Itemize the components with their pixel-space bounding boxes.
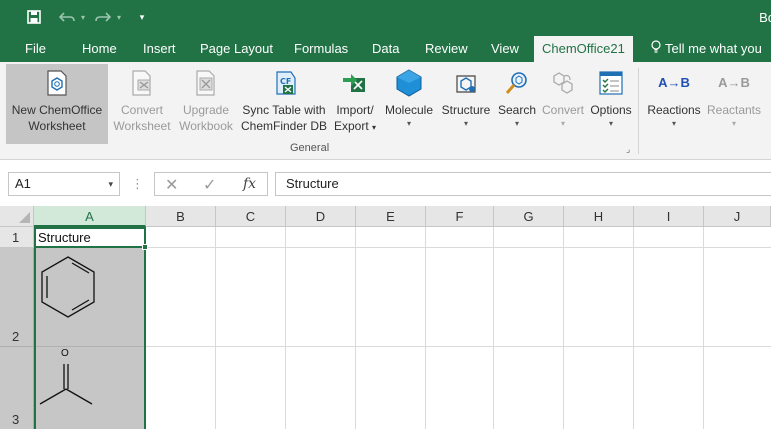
reactions-button[interactable]: A→B Reactions ▾ (644, 64, 704, 144)
tab-page-layout[interactable]: Page Layout (200, 36, 273, 62)
tab-chemoffice21[interactable]: ChemOffice21 (534, 36, 633, 62)
reactions-icon: A→B (658, 75, 690, 90)
tab-data[interactable]: Data (372, 36, 399, 62)
cancel-icon[interactable]: ✕ (165, 175, 178, 195)
tab-home[interactable]: Home (82, 36, 117, 62)
column-header-e[interactable]: E (356, 206, 426, 227)
spreadsheet-grid[interactable]: A B C D E F G H I J 1 2 3 Structure O (0, 206, 771, 429)
grid-line (146, 247, 771, 248)
new-worksheet-button[interactable]: New ChemOffice Worksheet (6, 64, 108, 144)
insert-function-icon[interactable]: fx (243, 176, 256, 192)
upgrade-workbook-button[interactable]: Upgrade Workbook (174, 64, 238, 144)
redo-icon[interactable] (94, 8, 112, 26)
grid-line (285, 227, 286, 429)
sync-table-button[interactable]: CF Sync Table with ChemFinder DB (238, 64, 330, 144)
column-header-h[interactable]: H (564, 206, 634, 227)
undo-icon[interactable] (58, 8, 76, 26)
enter-icon[interactable]: ✓ (203, 175, 216, 195)
undo-dropdown-icon[interactable]: ▾ (78, 8, 88, 26)
formula-input[interactable]: Structure (275, 172, 771, 196)
redo-dropdown-icon[interactable]: ▾ (114, 8, 124, 26)
ribbon-gap (0, 160, 771, 170)
convert-worksheet-icon (127, 68, 157, 98)
lightbulb-icon (651, 37, 661, 63)
grid-line (493, 227, 494, 429)
benzene-structure[interactable] (36, 251, 106, 321)
grid-line (703, 227, 704, 429)
formula-buttons: ✕ ✓ fx (154, 172, 268, 196)
column-header-c[interactable]: C (216, 206, 286, 227)
options-icon (596, 68, 626, 98)
grid-line (146, 346, 771, 347)
tell-me-box[interactable]: Tell me what you (651, 36, 762, 62)
row-header-1[interactable]: 1 (0, 227, 34, 248)
upgrade-workbook-icon (191, 68, 221, 98)
formula-bar-grip[interactable]: ⋮ (131, 176, 144, 192)
options-button[interactable]: Options ▾ (586, 64, 636, 144)
new-worksheet-icon (42, 68, 72, 98)
column-header-a[interactable]: A (34, 206, 146, 227)
chevron-down-icon: ▾ (372, 123, 377, 132)
name-box[interactable]: A1 ▾ (8, 172, 120, 196)
tab-formulas[interactable]: Formulas (294, 36, 348, 62)
formula-bar: A1 ▾ ⋮ ✕ ✓ fx Structure (0, 170, 771, 198)
group-separator (638, 68, 639, 154)
molecule-button[interactable]: Molecule ▾ (381, 64, 437, 144)
row-header-2[interactable]: 2 (0, 248, 34, 347)
tab-insert[interactable]: Insert (143, 36, 176, 62)
cell-a1[interactable]: Structure (34, 227, 148, 250)
grid-line (355, 227, 356, 429)
chevron-down-icon: ▾ (671, 119, 676, 128)
dialog-launcher-icon[interactable]: ⌟ (626, 144, 630, 155)
tab-file[interactable]: File (25, 36, 46, 62)
structure-button[interactable]: Structure ▾ (438, 64, 494, 144)
column-header-d[interactable]: D (286, 206, 356, 227)
convert-icon (548, 68, 578, 98)
svg-text:CF: CF (280, 77, 291, 86)
chevron-down-icon: ▾ (463, 119, 468, 128)
tab-view[interactable]: View (491, 36, 519, 62)
column-header-b[interactable]: B (146, 206, 216, 227)
save-icon[interactable] (24, 8, 44, 26)
column-header-j[interactable]: J (704, 206, 771, 227)
reactants-button[interactable]: A→B Reactants ▾ (704, 64, 764, 144)
chevron-down-icon: ▾ (514, 119, 519, 128)
select-all-button[interactable] (0, 206, 34, 227)
chevron-down-icon: ▾ (406, 119, 411, 128)
fill-handle[interactable] (142, 244, 148, 250)
title-bar: ▾ ▾ ▾ Bo (0, 0, 771, 36)
chevron-down-icon: ▾ (608, 119, 613, 128)
column-header-g[interactable]: G (494, 206, 564, 227)
window-title: Bo (759, 10, 771, 25)
chevron-down-icon: ▾ (560, 119, 565, 128)
chevron-down-icon: ▾ (731, 119, 736, 128)
grid-line (425, 227, 426, 429)
structure-icon (451, 68, 481, 98)
grid-line (633, 227, 634, 429)
chevron-down-icon[interactable]: ▾ (108, 173, 113, 195)
customize-qat-icon[interactable]: ▾ (136, 8, 148, 26)
sync-table-icon: CF (269, 68, 299, 98)
column-header-i[interactable]: I (634, 206, 704, 227)
group-label-general: General (290, 142, 330, 154)
ribbon-tabs: File Home Insert Page Layout Formulas Da… (0, 36, 771, 62)
row-separator (36, 346, 144, 347)
tell-me-text: Tell me what you (665, 41, 762, 56)
convert-button[interactable]: Convert ▾ (540, 64, 586, 144)
tab-review[interactable]: Review (425, 36, 468, 62)
search-button[interactable]: Search ▾ (494, 64, 540, 144)
reactants-icon: A→B (718, 75, 750, 90)
import-export-button[interactable]: Import/ Export ▾ (330, 64, 380, 144)
column-header-f[interactable]: F (426, 206, 494, 227)
molecule-icon (394, 68, 424, 98)
acetone-structure[interactable] (36, 349, 106, 419)
ribbon: New ChemOffice Worksheet Convert Workshe… (0, 62, 771, 160)
row-header-3[interactable]: 3 (0, 347, 34, 429)
oxygen-label: O (61, 348, 69, 359)
search-icon (502, 68, 532, 98)
convert-worksheet-button[interactable]: Convert Worksheet (110, 64, 174, 144)
import-export-icon (340, 68, 370, 98)
grid-line (563, 227, 564, 429)
grid-line (215, 227, 216, 429)
